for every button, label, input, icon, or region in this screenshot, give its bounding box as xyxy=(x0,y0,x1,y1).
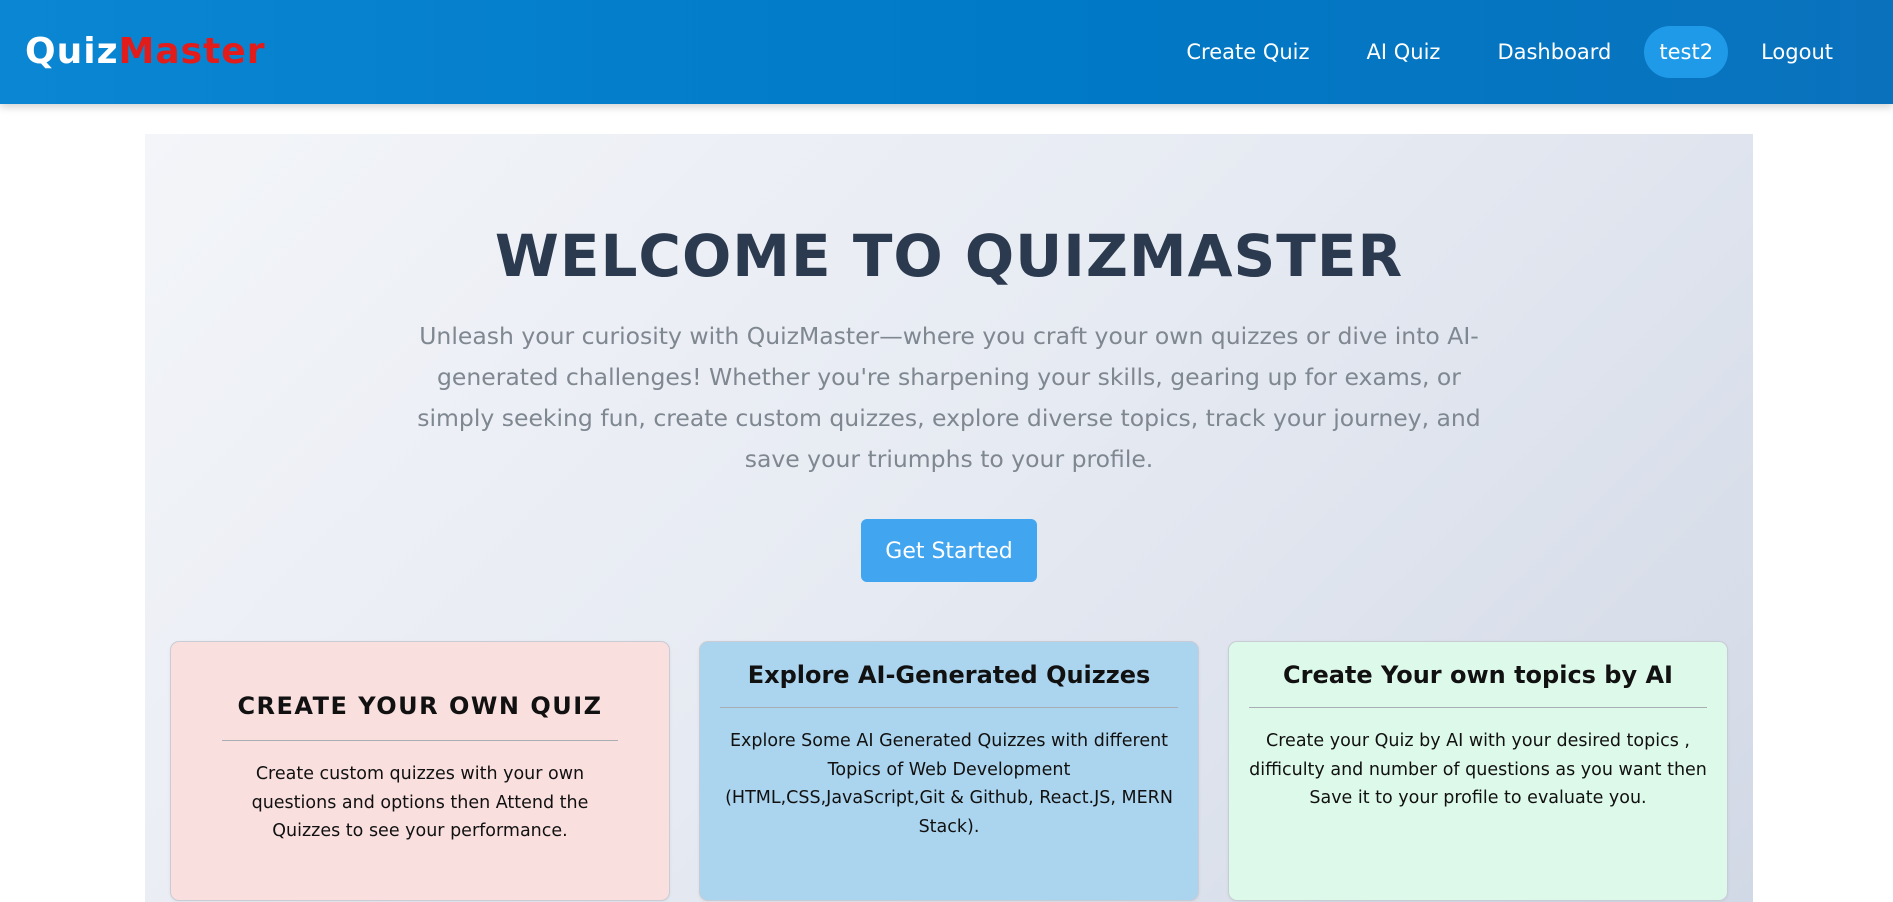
hero-description: Unleash your curiosity with QuizMaster—w… xyxy=(417,322,1481,473)
feature-card-title: Explore AI-Generated Quizzes xyxy=(747,661,1151,689)
feature-card-title: CREATE YOUR OWN QUIZ xyxy=(237,692,603,720)
feature-card-text: Create your Quiz by AI with your desired… xyxy=(1249,731,1707,808)
feature-card-text: Explore Some AI Generated Quizzes with d… xyxy=(725,731,1173,837)
feature-card-ai-topics[interactable]: Create Your own topics by AI Create your… xyxy=(1228,641,1728,901)
nav-logout-link[interactable]: Logout xyxy=(1737,26,1857,78)
feature-card-create-quiz[interactable]: CREATE YOUR OWN QUIZ Create custom quizz… xyxy=(170,641,670,901)
feature-card-ai-quizzes[interactable]: Explore AI-Generated Quizzes Explore Som… xyxy=(699,641,1199,901)
navbar: QuizMaster Create Quiz AI Quiz Dashboard… xyxy=(0,0,1893,104)
get-started-button[interactable]: Get Started xyxy=(861,519,1037,582)
hero-title: WELCOME TO QUIZMASTER xyxy=(494,222,1404,290)
nav-links: Create Quiz AI Quiz Dashboard test2 Logo… xyxy=(1153,26,1857,78)
feature-card-text: Create custom quizzes with your own ques… xyxy=(251,764,589,841)
nav-dashboard-link[interactable]: Dashboard xyxy=(1473,26,1635,78)
brand-logo-part-master: Master xyxy=(118,31,266,72)
feature-card-title: Create Your own topics by AI xyxy=(1283,661,1673,689)
brand-logo[interactable]: QuizMaster xyxy=(25,30,265,74)
hero-section: WELCOME TO QUIZMASTER Unleash your curio… xyxy=(145,134,1753,902)
nav-user-profile-link[interactable]: test2 xyxy=(1644,26,1729,78)
nav-create-quiz-link[interactable]: Create Quiz xyxy=(1162,26,1333,78)
brand-logo-part-quiz: Quiz xyxy=(25,31,119,72)
nav-ai-quiz-link[interactable]: AI Quiz xyxy=(1343,26,1465,78)
